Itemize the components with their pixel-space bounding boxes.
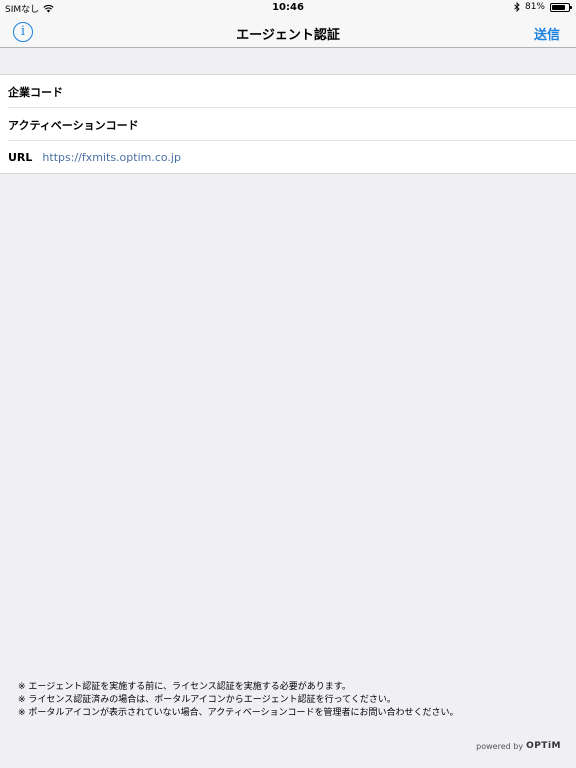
auth-form: 企業コード アクティベーションコード URL https://fxmits.op… (0, 74, 576, 174)
optim-logo: OPTiM (526, 741, 561, 751)
send-button[interactable]: 送信 (534, 24, 560, 43)
battery-icon (550, 2, 572, 12)
notes: ※ エージェント認証を実施する前に、ライセンス認証を実施する必要があります。 ※… (18, 681, 568, 720)
status-bar: SIMなし 10:46 81% (0, 0, 576, 16)
url-label: URL (8, 151, 33, 164)
status-right: 81% (514, 2, 572, 12)
activation-code-field[interactable]: アクティベーションコード (0, 108, 576, 141)
navigation-bar: i エージェント認証 送信 (0, 16, 576, 48)
status-time: 10:46 (272, 2, 304, 13)
url-value[interactable]: https://fxmits.optim.co.jp (42, 151, 181, 164)
battery-percent: 81% (524, 2, 545, 12)
note-line: ※ ライセンス認証済みの場合は、ポータルアイコンからエージェント認証を行ってくだ… (18, 695, 396, 705)
powered-by-label: powered by (476, 741, 524, 751)
note-line: ※ ポータルアイコンが表示されていない場合、アクティベーションコードを管理者にお… (18, 708, 459, 718)
page-title: エージェント認証 (236, 28, 340, 43)
company-code-field[interactable]: 企業コード (0, 75, 576, 108)
note-line: ※ エージェント認証を実施する前に、ライセンス認証を実施する必要があります。 (18, 682, 351, 692)
bluetooth-icon (514, 2, 520, 12)
activation-code-label: アクティベーションコード (8, 118, 139, 132)
url-field[interactable]: URL https://fxmits.optim.co.jp (0, 141, 576, 174)
company-code-label: 企業コード (8, 85, 63, 99)
powered-by-footer: powered by OPTiM (476, 741, 561, 751)
